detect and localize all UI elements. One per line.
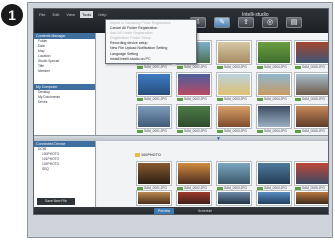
photo-thumbnail[interactable] — [295, 41, 328, 64]
film-icon: ▤ — [290, 19, 298, 26]
photo-thumbnail[interactable] — [137, 73, 171, 96]
thumbnail-caption: SAM_0001.JPG — [137, 186, 167, 191]
tree-item[interactable]: SEQ — [34, 167, 95, 172]
photo-thumbnail[interactable] — [257, 41, 291, 64]
photo-thumbnail[interactable] — [217, 73, 251, 96]
menu-view[interactable]: View — [64, 11, 77, 18]
folder-icon — [135, 153, 140, 157]
thumbnail-caption: SAM_0002.JPG — [177, 186, 207, 191]
thumbnail-caption: SAM_0003.JPG — [217, 129, 247, 134]
photo-thumbnail[interactable] — [177, 105, 211, 128]
thumbnail-caption: SAM_0001.JPG — [137, 129, 167, 134]
tools-dropdown-menu: Import to Samsung Photo Registration Can… — [105, 19, 197, 64]
photo-thumbnail[interactable] — [217, 191, 251, 205]
tree-item[interactable]: Drives — [34, 100, 95, 105]
toolbar-button-film[interactable]: ▤ — [286, 17, 302, 28]
thumbnail-caption: SAM_0004.JPG — [257, 129, 287, 134]
toolbar-button-share[interactable]: ⇪ — [238, 17, 254, 28]
thumbnail-caption: SAM_0002.JPG — [177, 129, 207, 134]
photo-thumbnail[interactable] — [295, 191, 328, 205]
menu-file[interactable]: File — [37, 11, 47, 18]
photo-thumbnail[interactable] — [295, 162, 328, 185]
preview-button[interactable]: Preview — [154, 208, 175, 214]
thumbnail-caption: SAM_0001.JPG — [137, 97, 167, 102]
screenshot-frame: File Edit View Tools Help Intelli-studio… — [27, 2, 333, 238]
thumbnail-caption: SAM_0005.JPG — [295, 97, 325, 102]
photo-thumbnail[interactable] — [257, 191, 291, 205]
toolbar-button-globe[interactable]: ◎ — [262, 17, 278, 28]
photo-thumbnail[interactable] — [217, 41, 251, 64]
menu-tools[interactable]: Tools — [79, 11, 94, 18]
thumbnail-caption: SAM_0001.JPG — [137, 65, 167, 70]
menu-help[interactable]: Help — [96, 11, 108, 18]
panel-spacer — [34, 74, 95, 84]
globe-icon: ◎ — [266, 19, 274, 26]
application-window: File Edit View Tools Help Intelli-studio… — [33, 8, 329, 215]
left-sidebar: Contents Manager Folder Date Map Locatio… — [34, 33, 96, 135]
thumbnail-caption: SAM_0004.JPG — [257, 65, 287, 70]
thumbnail-caption: SAM_0004.JPG — [257, 186, 287, 191]
photo-thumbnail[interactable] — [295, 73, 328, 96]
photo-thumbnail[interactable] — [257, 73, 291, 96]
thumbnail-caption: SAM_0002.JPG — [177, 97, 207, 102]
photo-thumbnail[interactable] — [177, 191, 211, 205]
thumbnail-grid-device: 100PHOTO SAM_0001.JPG SAM_0002.JPG SAM_0… — [97, 141, 328, 207]
share-icon: ⇪ — [243, 19, 249, 26]
photo-thumbnail[interactable] — [257, 105, 291, 128]
dropdown-item[interactable]: Install Intelli-studio on PC — [106, 57, 196, 62]
thumbnail-caption: SAM_0002.JPG — [177, 65, 207, 70]
thumbnail-caption: SAM_0003.JPG — [217, 186, 247, 191]
photo-thumbnail[interactable] — [257, 162, 291, 185]
toolbar-button-edit[interactable]: ✎ — [214, 17, 230, 28]
thumbnail-caption: SAM_0004.JPG — [257, 97, 287, 102]
photo-thumbnail[interactable] — [217, 105, 251, 128]
thumbnail-caption: SAM_0005.JPG — [295, 129, 325, 134]
photo-thumbnail[interactable] — [217, 162, 251, 185]
menu-edit[interactable]: Edit — [50, 11, 61, 18]
schedule-button[interactable]: Schedule — [194, 208, 216, 214]
thumbnail-caption: SAM_0005.JPG — [295, 65, 325, 70]
photo-thumbnail[interactable] — [137, 105, 171, 128]
photo-thumbnail[interactable] — [177, 73, 211, 96]
thumbnail-caption: SAM_0005.JPG — [295, 186, 325, 191]
edit-icon: ✎ — [219, 19, 225, 26]
thumbnail-caption: SAM_0003.JPG — [217, 65, 247, 70]
bottom-status-bar: Preview Schedule — [34, 207, 328, 214]
photo-thumbnail[interactable] — [177, 162, 211, 185]
menu-bar: File Edit View Tools Help — [37, 11, 109, 19]
folder-label: 100PHOTO — [141, 153, 161, 157]
step-number-badge: 1 — [1, 4, 23, 26]
thumbnail-caption: SAM_0003.JPG — [217, 97, 247, 102]
photo-thumbnail[interactable] — [137, 162, 171, 185]
photo-thumbnail[interactable] — [295, 105, 328, 128]
save-new-file-button[interactable]: Save New File — [37, 198, 75, 205]
device-sidebar: Connected Device DCIM 100PHOTO 101PHOTO … — [34, 141, 96, 207]
photo-thumbnail[interactable] — [137, 191, 171, 205]
